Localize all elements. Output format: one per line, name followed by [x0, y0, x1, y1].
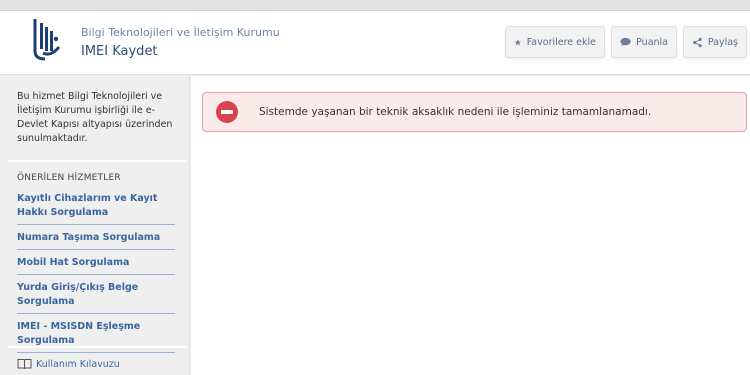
page-header: Bilgi Teknolojileri ve İletişim Kurumu I…: [0, 11, 750, 75]
browser-top-strip: [0, 0, 750, 11]
service-link-registered-devices[interactable]: Kayıtlı Cihazlarım ve Kayıt Hakkı Sorgul…: [17, 190, 175, 225]
recommended-services-list: Kayıtlı Cihazlarım ve Kayıt Hakkı Sorgul…: [17, 190, 175, 357]
error-message: Sistemde yaşanan bir teknik aksaklık ned…: [259, 106, 652, 118]
share-label: Paylaş: [707, 36, 738, 48]
user-manual-label: Kullanım Kılavuzu: [36, 358, 120, 370]
share-icon: [693, 37, 702, 47]
star-icon: [514, 38, 522, 45]
sidebar-divider: [8, 160, 186, 162]
error-alert: Sistemde yaşanan bir teknik aksaklık ned…: [202, 92, 747, 132]
user-manual-link[interactable]: Kullanım Kılavuzu: [17, 358, 120, 370]
recommended-services-heading: ÖNERİLEN HİZMETLER: [17, 173, 121, 183]
sidebar-divider: [8, 346, 186, 348]
service-info-text: Bu hizmet Bilgi Teknolojileri ve İletişi…: [17, 91, 173, 144]
speech-bubble-icon: [620, 37, 631, 47]
book-icon: [17, 359, 32, 370]
page-title: IMEI Kaydet: [81, 44, 158, 59]
share-button[interactable]: Paylaş: [683, 26, 747, 58]
service-link-mobile-line[interactable]: Mobil Hat Sorgulama: [17, 254, 175, 275]
main-content: Sistemde yaşanan bir teknik aksaklık ned…: [191, 76, 750, 375]
service-link-number-porting[interactable]: Numara Taşıma Sorgulama: [17, 229, 175, 250]
error-minus-icon: [216, 101, 238, 123]
btk-logo-icon[interactable]: [31, 17, 63, 61]
rate-label: Puanla: [636, 36, 668, 48]
sidebar: Bu hizmet Bilgi Teknolojileri ve İletişi…: [0, 76, 190, 375]
add-to-favorites-label: Favorilere ekle: [526, 36, 596, 48]
organization-name: Bilgi Teknolojileri ve İletişim Kurumu: [81, 26, 280, 39]
service-link-entry-exit-document[interactable]: Yurda Giriş/Çıkış Belge Sorgulama: [17, 279, 175, 314]
add-to-favorites-button[interactable]: Favorilere ekle: [505, 26, 605, 58]
rate-button[interactable]: Puanla: [611, 26, 677, 58]
